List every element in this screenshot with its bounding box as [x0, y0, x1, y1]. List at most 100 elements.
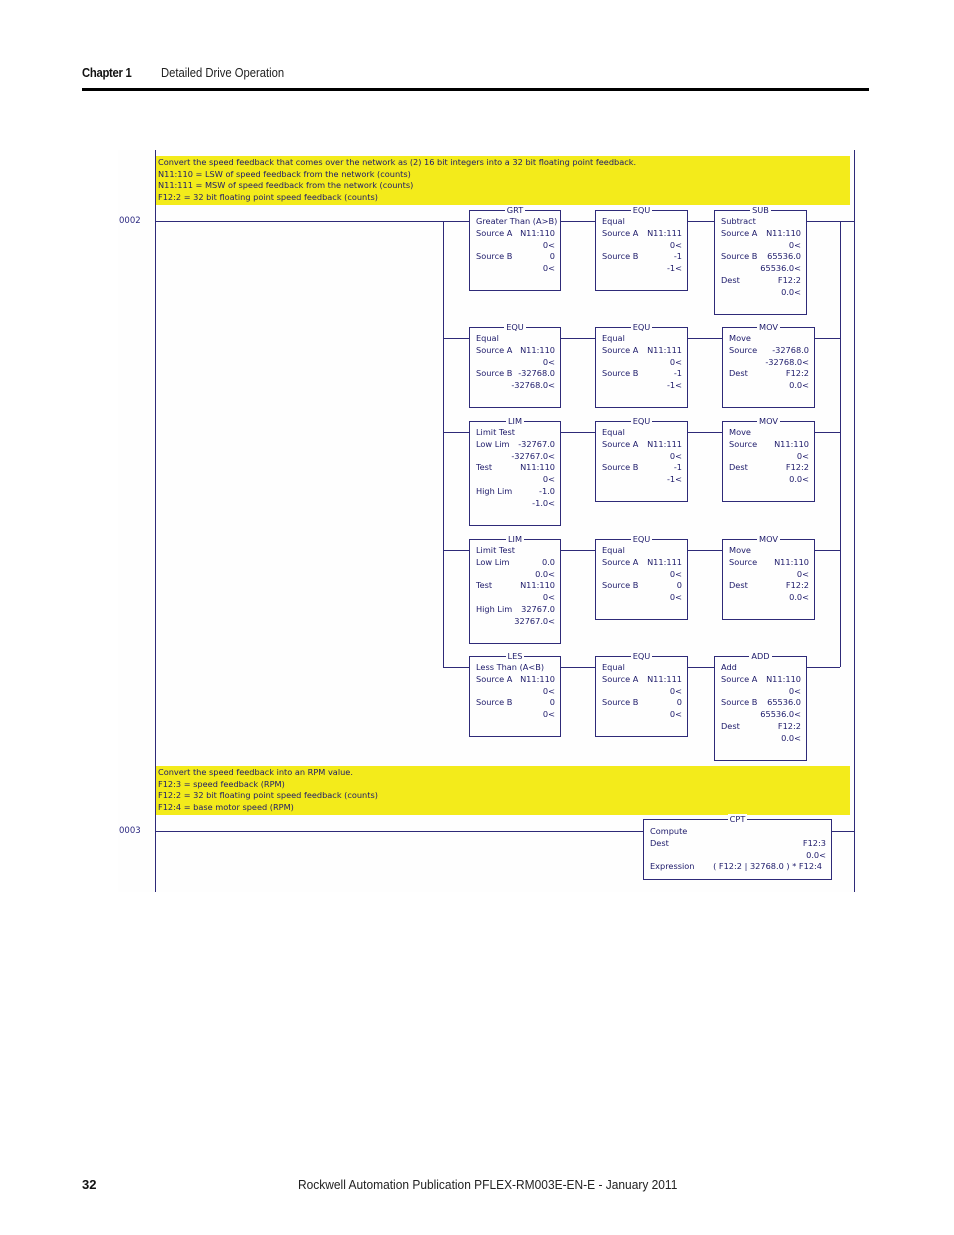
block-label: Source B — [602, 697, 639, 708]
block-value: 65536.0< — [760, 263, 801, 274]
block-label: Add — [721, 662, 737, 672]
instruction-mnemonic: MOV — [757, 416, 780, 426]
publication-info: Rockwell Automation Publication PFLEX-RM… — [298, 1177, 678, 1192]
block-label: Equal — [602, 333, 625, 343]
mov-instruction-block[interactable]: MOV Move Source N11:110 0< Dest F12:2 0.0< — [722, 534, 815, 620]
block-label: Equal — [602, 545, 625, 555]
block-label: Low Lim — [476, 556, 510, 567]
branch-left-vertical — [443, 221, 444, 667]
block-label: Limit Test — [476, 427, 516, 437]
block-label: Source B — [602, 462, 639, 473]
block-label: Source — [729, 344, 758, 355]
equ-instruction-block[interactable]: EQU Equal Source A N11:111 0< Source B 0 0< — [595, 534, 688, 620]
comment-line: F12:3 = speed feedback (RPM) — [158, 778, 285, 789]
equ-instruction-block[interactable]: EQU Equal Source A N11:111 0< Source B 0 0< — [595, 651, 688, 737]
branch-wire — [688, 667, 714, 668]
branch-wire — [561, 550, 595, 551]
add-instruction-block[interactable]: ADD Add Source A N11:110 0< Source B 65536.0 65… — [714, 651, 807, 761]
branch-wire — [688, 338, 722, 339]
block-value: N11:111 — [647, 227, 682, 238]
block-value: 0< — [669, 450, 682, 461]
branch-wire — [688, 550, 722, 551]
sub-instruction-block[interactable]: SUB Subtract Source A N11:110 0< Source B 6553… — [714, 205, 807, 315]
comment-line: Convert the speed feedback that comes ov… — [158, 157, 637, 167]
instruction-mnemonic: LES — [505, 651, 525, 661]
block-label: High Lim — [476, 485, 513, 496]
equ-instruction-block[interactable]: EQU Equal Source A N11:111 0< Source B -1 -1< — [595, 322, 688, 408]
block-label: Source A — [602, 438, 639, 449]
block-value: 0.0< — [781, 286, 801, 297]
block-label: Source A — [721, 673, 758, 684]
mov-instruction-block[interactable]: MOV Move Source -32768.0 -32768.0< Dest F12:2 0… — [722, 322, 815, 408]
block-label: Low Lim — [476, 438, 510, 449]
branch-wire — [561, 338, 595, 339]
chapter-title: Detailed Drive Operation — [161, 66, 285, 80]
block-value: N11:110 — [774, 556, 809, 567]
block-value: N11:110 — [774, 438, 809, 449]
block-label: Source B — [602, 251, 639, 262]
block-value: N11:111 — [647, 344, 682, 355]
instruction-mnemonic: EQU — [504, 322, 526, 332]
block-value: -1 — [673, 251, 682, 262]
block-value: -1< — [666, 474, 682, 485]
block-label: Dest — [721, 720, 740, 731]
block-label: Source A — [476, 673, 513, 684]
block-value: 0< — [669, 239, 682, 250]
mov-instruction-block[interactable]: MOV Move Source N11:110 0< Dest F12:2 0.0< — [722, 416, 815, 502]
block-value: 0.0< — [789, 380, 809, 391]
equ-instruction-block[interactable]: EQU Equal Source A N11:111 0< Source B -1 -1< — [595, 205, 688, 291]
branch-wire — [443, 432, 469, 433]
block-value: -32768.0< — [511, 380, 555, 391]
block-value: 65536.0 — [767, 697, 801, 708]
block-value: 0< — [669, 568, 682, 579]
block-value: 0.0< — [806, 849, 826, 860]
block-value: -1.0< — [532, 497, 555, 508]
header-rule — [82, 88, 869, 91]
les-instruction-block[interactable]: LES Less Than (A<B) Source A N11:110 0< Sourc… — [469, 651, 561, 737]
equ-instruction-block[interactable]: EQU Equal Source A N11:111 0< Source B -1 -1< — [595, 416, 688, 502]
block-label: Source A — [602, 344, 639, 355]
block-value: N11:110 — [520, 673, 555, 684]
block-label: Equal — [602, 427, 625, 437]
chapter-label: Chapter 1 — [82, 66, 132, 80]
block-label: Source A — [602, 556, 639, 567]
block-value: 0< — [669, 356, 682, 367]
rung-number[interactable]: 0003 — [119, 826, 141, 836]
block-value: N11:111 — [647, 673, 682, 684]
rung-0002-comment: Convert the speed feedback that comes ov… — [156, 156, 850, 205]
rung-0003-comment: Convert the speed feedback into an RPM v… — [156, 766, 850, 815]
block-value: 0< — [542, 685, 555, 696]
block-label: Source B — [602, 580, 639, 591]
block-label: Dest — [729, 462, 748, 473]
block-label: Test — [476, 580, 493, 591]
equ-instruction-block[interactable]: EQU Equal Source A N11:110 0< Source B -32768.… — [469, 322, 561, 408]
block-label: Compute — [650, 826, 688, 836]
block-value: 0< — [542, 239, 555, 250]
grt-instruction-block[interactable]: GRT Greater Than (A>B) Source A N11:110 0< So… — [469, 205, 561, 291]
block-value: 32767.0< — [514, 615, 555, 626]
instruction-mnemonic: EQU — [630, 651, 653, 661]
lim-instruction-block[interactable]: LIM Limit Test Low Lim -32767.0 -32767.0< Tes… — [469, 416, 561, 526]
instruction-mnemonic: EQU — [630, 205, 653, 215]
block-value: N11:110 — [520, 227, 555, 238]
block-label: Source — [729, 556, 758, 567]
branch-right-vertical — [840, 221, 841, 667]
block-label: Source A — [721, 227, 758, 238]
block-value: 0< — [542, 263, 555, 274]
block-value: 0< — [669, 592, 682, 603]
block-value: 0< — [788, 685, 801, 696]
cpt-instruction-block[interactable]: CPT Compute Dest F12:3 0.0< Expression ( F… — [643, 814, 832, 880]
block-label: Source B — [721, 251, 758, 262]
block-label: Source B — [721, 697, 758, 708]
rung-number[interactable]: 0002 — [119, 216, 141, 226]
block-value: -32767.0 — [518, 438, 555, 449]
block-label: Move — [729, 427, 751, 437]
instruction-mnemonic: EQU — [630, 416, 653, 426]
block-label: Source A — [476, 344, 513, 355]
block-value: 65536.0 — [767, 251, 801, 262]
block-value: -32767.0< — [511, 450, 555, 461]
lim-instruction-block[interactable]: LIM Limit Test Low Lim 0.0 0.0< Test N11:110 0<… — [469, 534, 561, 644]
branch-wire — [807, 667, 840, 668]
block-label: Expression — [650, 861, 695, 872]
block-value: 0.0 — [541, 556, 555, 567]
